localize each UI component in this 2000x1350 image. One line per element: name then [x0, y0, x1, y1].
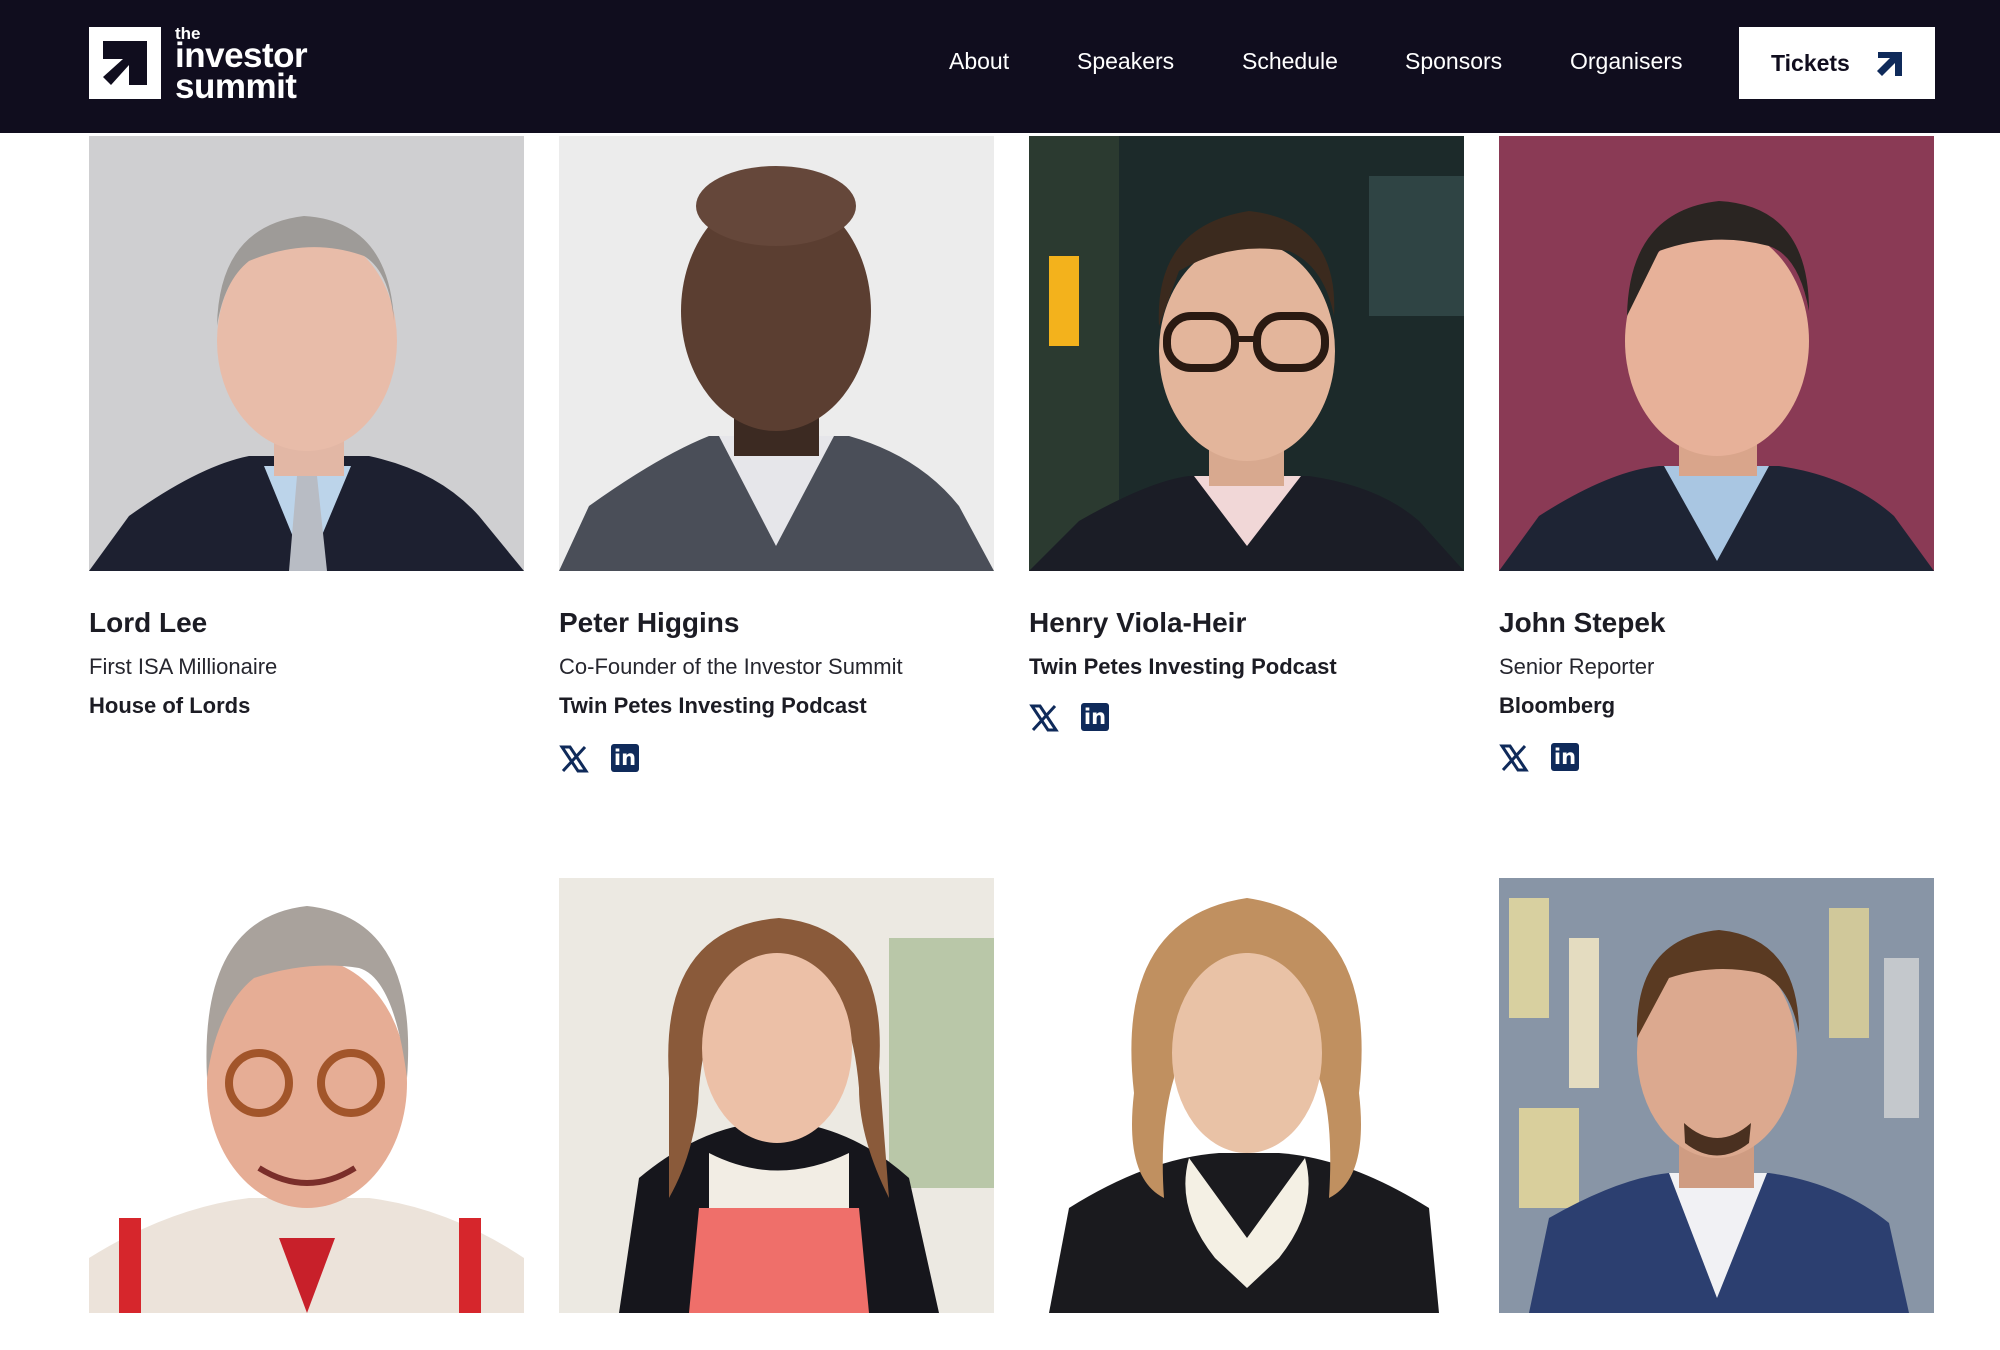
speaker-photo [89, 878, 524, 1313]
logo-wordmark: the investor summit [175, 25, 308, 106]
speaker-name: Henry Viola-Heir [1029, 607, 1247, 638]
tickets-button[interactable]: Tickets [1739, 27, 1935, 99]
speaker-card[interactable]: Lord Lee First ISA Millionaire House of … [89, 136, 524, 756]
x-icon[interactable] [1029, 703, 1059, 733]
logo[interactable]: the investor summit [89, 25, 308, 106]
speaker-photo [559, 136, 994, 571]
social-links: in [559, 744, 661, 774]
social-links: in [1499, 743, 1601, 773]
speaker-card[interactable] [559, 878, 994, 1313]
speaker-role: Senior Reporter [1499, 654, 1655, 679]
speaker-organisation: Bloomberg [1499, 693, 1616, 718]
linkedin-icon[interactable]: in [611, 744, 639, 772]
social-links: in [1029, 703, 1131, 733]
speaker-photo [1029, 878, 1464, 1313]
speaker-photo [559, 878, 994, 1313]
speaker-name: Lord Lee [89, 607, 208, 638]
x-icon[interactable] [559, 744, 589, 774]
nav-about[interactable]: About [949, 48, 1009, 75]
speaker-card[interactable]: Henry Viola-Heir Twin Petes Investing Po… [1029, 136, 1464, 736]
logo-investor: investor [175, 35, 308, 75]
nav-organisers[interactable]: Organisers [1570, 48, 1682, 75]
speaker-card[interactable]: Peter Higgins Co-Founder of the Investor… [559, 136, 994, 776]
speaker-card[interactable]: John Stepek Senior Reporter Bloomberg in [1499, 136, 1934, 776]
speaker-photo [1029, 136, 1464, 571]
tickets-label: Tickets [1771, 49, 1850, 76]
linkedin-icon[interactable]: in [1551, 743, 1579, 771]
speaker-photo [1499, 878, 1934, 1313]
speaker-card[interactable] [1499, 878, 1934, 1313]
site-header: the investor summit About Speakers Sched… [0, 0, 2000, 133]
speaker-photo [89, 136, 524, 571]
nav-schedule[interactable]: Schedule [1242, 48, 1338, 75]
speaker-organisation: Twin Petes Investing Podcast [559, 693, 867, 718]
x-icon[interactable] [1499, 743, 1529, 773]
linkedin-icon[interactable]: in [1081, 703, 1109, 731]
nav-speakers[interactable]: Speakers [1077, 48, 1174, 75]
arrow-up-right-icon [1877, 52, 1902, 76]
speaker-card[interactable] [89, 878, 524, 1313]
speaker-name: John Stepek [1499, 607, 1666, 638]
speaker-card[interactable] [1029, 878, 1464, 1313]
speaker-organisation: Twin Petes Investing Podcast [1029, 654, 1337, 679]
speaker-name: Peter Higgins [559, 607, 740, 638]
nav-sponsors[interactable]: Sponsors [1405, 48, 1502, 75]
logo-summit: summit [175, 66, 297, 106]
speaker-role: Co-Founder of the Investor Summit [559, 654, 903, 679]
speaker-photo [1499, 136, 1934, 571]
logo-arrow-icon [89, 27, 161, 99]
speaker-role: First ISA Millionaire [89, 654, 278, 679]
speaker-organisation: House of Lords [89, 693, 251, 718]
